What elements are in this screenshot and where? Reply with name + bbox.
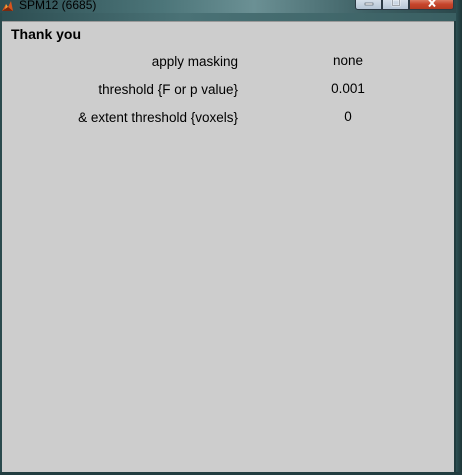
spm-window: SPM12 (6685) Thank you apply masking non…: [0, 0, 462, 475]
matlab-icon[interactable]: [1, 0, 14, 13]
minimize-icon: [364, 2, 373, 6]
extent-threshold-value: 0: [344, 109, 352, 124]
title-bar-lower: [0, 13, 456, 21]
content-panel: Thank you apply masking none threshold {…: [2, 21, 454, 472]
masking-value: none: [332, 53, 364, 68]
threshold-value: 0.001: [331, 81, 365, 96]
close-button[interactable]: [409, 0, 454, 10]
page-heading: Thank you: [11, 26, 82, 42]
extent-threshold-label: & extent threshold {voxels}: [78, 110, 238, 125]
window-border-right: [456, 0, 462, 475]
masking-label: apply masking: [151, 54, 238, 69]
minimize-button[interactable]: [355, 0, 382, 10]
maximize-icon: [391, 0, 400, 6]
window-title: SPM12 (6685): [19, 0, 97, 12]
title-bar[interactable]: SPM12 (6685): [0, 0, 462, 13]
threshold-label: threshold {F or p value}: [98, 82, 238, 97]
close-icon: [427, 0, 436, 7]
maximize-button[interactable]: [382, 0, 409, 10]
